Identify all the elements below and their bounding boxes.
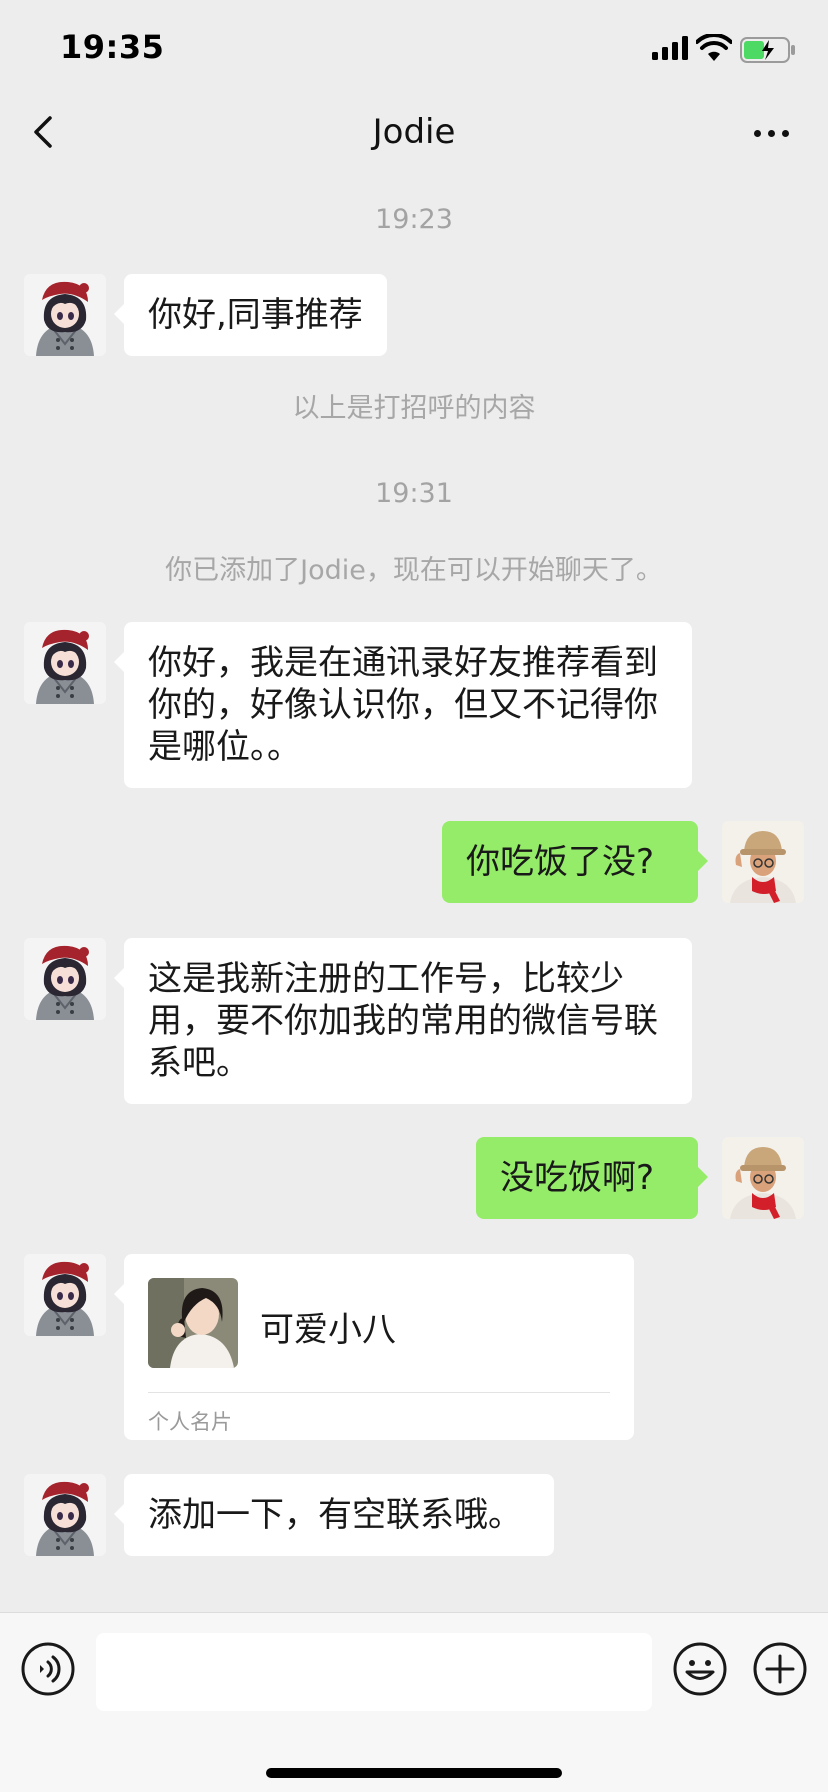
message-text: 你好,同事推荐 (148, 295, 363, 335)
battery-charging-icon (740, 37, 795, 63)
message-input[interactable] (96, 1633, 652, 1711)
input-bar (0, 1612, 828, 1792)
status-time: 19:35 (60, 28, 165, 66)
nav-bar: Jodie (0, 100, 828, 164)
message-bubble[interactable]: 你好,同事推荐 (114, 274, 387, 356)
card-divider (148, 1392, 610, 1393)
card-avatar (148, 1278, 238, 1368)
system-message: 以上是打招呼的内容 (292, 393, 536, 424)
plus-icon[interactable] (752, 1641, 808, 1697)
contact-card-message[interactable]: 可爱小八 个人名片 (114, 1254, 634, 1440)
system-message: 你已添加了Jodie，现在可以开始聊天了。 (165, 555, 663, 586)
message-line: 你的，好像认识你，但又不记得你 (148, 685, 658, 725)
wifi-icon (696, 34, 732, 61)
message-bubble[interactable]: 你好，我是在通讯录好友推荐看到 你的，好像认识你，但又不记得你 是哪位。。 (114, 622, 692, 788)
self-avatar[interactable] (722, 821, 804, 903)
message-text: 你吃饭了没? (466, 842, 655, 882)
message-line: 你好，我是在通讯录好友推荐看到 (148, 643, 658, 683)
message-line: 这是我新注册的工作号，比较少 (148, 959, 624, 999)
message-bubble[interactable]: 添加一下，有空联系哦。 (114, 1474, 554, 1556)
home-indicator[interactable] (266, 1768, 562, 1778)
chat-title: Jodie (372, 112, 456, 152)
contact-avatar[interactable] (24, 938, 106, 1020)
message-text: 添加一下，有空联系哦。 (148, 1495, 522, 1535)
timestamp: 19:23 (375, 204, 453, 235)
battery-level (744, 41, 764, 59)
message-line: 用，要不你加我的常用的微信号联 (148, 1001, 658, 1041)
card-name: 可爱小八 (260, 1310, 396, 1350)
contact-avatar[interactable] (24, 622, 106, 704)
timestamp: 19:31 (375, 478, 453, 509)
contact-avatar[interactable] (24, 274, 106, 356)
message-text: 没吃饭啊? (500, 1158, 655, 1198)
self-avatar[interactable] (722, 1137, 804, 1219)
chat-screen: 19:35 Jodie 19:23 你好,同事推荐 以上是打招呼的内容 19:3… (0, 0, 828, 1792)
emoji-icon[interactable] (672, 1641, 728, 1697)
card-type-label: 个人名片 (148, 1410, 232, 1434)
contact-avatar[interactable] (24, 1254, 106, 1336)
message-bubble-self[interactable]: 没吃饭啊? (476, 1137, 708, 1219)
message-list[interactable]: 19:23 你好,同事推荐 以上是打招呼的内容 19:31 你已添加了Jodie… (0, 164, 828, 1612)
message-bubble[interactable]: 这是我新注册的工作号，比较少 用，要不你加我的常用的微信号联 系吧。 (114, 938, 692, 1104)
message-bubble-self[interactable]: 你吃饭了没? (442, 821, 708, 903)
message-line: 是哪位。。 (148, 727, 301, 767)
status-bar: 19:35 (0, 0, 828, 100)
contact-avatar[interactable] (24, 1474, 106, 1556)
cellular-signal-icon (652, 36, 688, 60)
voice-icon[interactable] (20, 1641, 76, 1697)
ellipsis-icon[interactable] (748, 114, 796, 150)
message-line: 系吧。 (148, 1043, 250, 1083)
